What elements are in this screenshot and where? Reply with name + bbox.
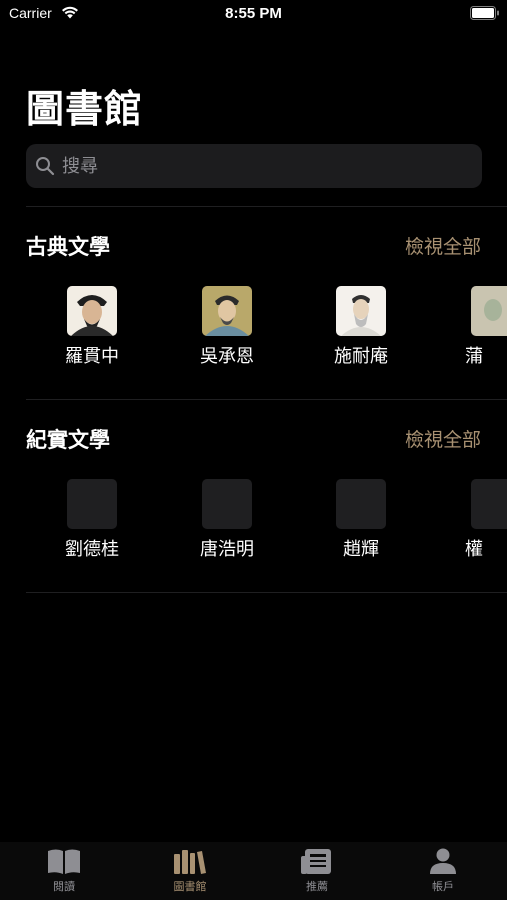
battery-icon [470,6,499,20]
section-title-documentary: 紀實文學 [26,428,110,452]
author-name: 趙輝 [343,539,379,560]
author-item-luo-guanzhong[interactable]: 羅貫中 [37,286,147,368]
book-icon [48,849,80,874]
author-item-partial[interactable]: 蒲 [416,286,507,368]
author-name: 羅貫中 [65,346,119,367]
author-item-tang-haoming[interactable]: 唐浩明 [172,479,282,561]
author-name: 劉德桂 [65,539,119,560]
tab-read[interactable]: 閱讀 [1,846,127,894]
page-title: 圖書館 [26,87,144,131]
author-name: 施耐庵 [334,346,388,367]
library-icon [174,850,206,874]
author-name: 吳承恩 [200,346,254,367]
author-portrait-placeholder [336,479,386,529]
tab-library[interactable]: 圖書館 [127,846,253,894]
divider [26,206,507,207]
tab-account[interactable]: 帳戶 [380,846,506,894]
divider [26,399,507,400]
search-icon [36,157,55,176]
search-input[interactable] [62,144,462,188]
author-item-zhao-hui[interactable]: 趙輝 [306,479,416,561]
author-name: 蒲 [465,346,483,367]
divider [26,592,507,593]
see-all-documentary-link[interactable]: 檢視全部 [405,427,481,453]
tab-bar: 閱讀 圖書館 推薦 帳戶 [0,842,507,900]
author-item-partial[interactable]: 權 [416,479,507,561]
author-portrait-placeholder [67,479,117,529]
tab-label: 圖書館 [173,880,207,893]
section-title-classical: 古典文學 [26,235,110,259]
author-portrait-placeholder [202,479,252,529]
author-portrait [202,286,252,336]
status-bar: Carrier 8:55 PM [0,0,507,28]
author-portrait [67,286,117,336]
news-icon [301,849,331,874]
author-portrait-placeholder [471,479,507,529]
author-name: 權 [465,539,483,560]
clock: 8:55 PM [225,5,282,22]
search-bar[interactable] [26,144,482,188]
author-item-wu-chengen[interactable]: 吳承恩 [172,286,282,368]
see-all-classical-link[interactable]: 檢視全部 [405,234,481,260]
tab-label: 帳戶 [432,880,454,893]
tab-recommend[interactable]: 推薦 [254,846,380,894]
author-portrait [471,286,507,336]
author-portrait [336,286,386,336]
tab-label: 推薦 [306,880,328,893]
author-item-liu-degui[interactable]: 劉德桂 [37,479,147,561]
tab-label: 閱讀 [53,880,75,893]
person-icon [430,848,456,874]
author-name: 唐浩明 [200,539,254,560]
author-item-shi-naian[interactable]: 施耐庵 [306,286,416,368]
